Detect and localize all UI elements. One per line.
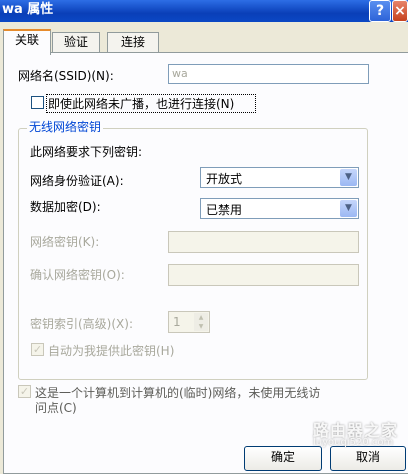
encryption-label: 数据加密(D): [30,200,101,214]
auth-label: 网络身份验证(A): [30,174,124,188]
confirm-key-field[interactable] [168,264,359,286]
adhoc-label-line2: 问点(C) [35,401,77,415]
key-index-spinner[interactable]: 1 ▲ ▼ [168,311,210,333]
cancel-button[interactable]: 取消 [330,446,406,471]
help-button[interactable]: ? [369,0,391,22]
network-key-field[interactable] [168,231,359,253]
spin-up-icon[interactable]: ▲ [194,313,208,322]
ok-button[interactable]: 确定 [244,446,322,471]
key-index-label: 密钥索引(高级)(X): [30,317,133,331]
group-title: 无线网络密钥 [27,118,104,135]
encryption-select-value: 已禁用 [206,203,243,217]
window-title: wa 属性 [2,2,54,17]
auth-select[interactable]: 开放式 ▼ [200,167,359,188]
adhoc-checkbox[interactable]: ✓ [18,385,31,398]
adhoc-label-line1: 这是一个计算机到计算机的(临时)网络，未使用无线访 [35,386,321,400]
watermark-site-url: luyouqi520.com [313,437,394,448]
hidden-network-label: 即使此网络未广播，也进行连接(N) [48,97,235,111]
tab-authentication[interactable]: 验证 [52,32,100,53]
auto-key-checkbox[interactable]: ✓ [31,343,44,356]
hidden-network-checkbox[interactable] [31,96,44,109]
ssid-field[interactable]: wa [168,64,369,84]
spin-down-icon[interactable]: ▼ [194,322,208,331]
tab-association[interactable]: 关联 [3,29,51,55]
close-button[interactable]: × [392,0,408,22]
auth-select-value: 开放式 [206,172,243,186]
key-index-value: 1 [173,315,181,329]
title-bar: wa 属性 ? × [0,0,408,22]
chevron-down-icon[interactable]: ▼ [340,200,357,217]
auto-key-label: 自动为我提供此密钥(H) [48,344,175,358]
tab-connection[interactable]: 连接 [107,32,159,53]
encryption-select[interactable]: 已禁用 ▼ [200,198,359,219]
ssid-label: 网络名(SSID)(N): [18,69,114,83]
chevron-down-icon[interactable]: ▼ [340,169,357,186]
network-key-label: 网络密钥(K): [30,235,100,249]
requires-key-text: 此网络要求下列密钥: [30,145,143,159]
confirm-key-label: 确认网络密钥(O): [30,268,125,282]
